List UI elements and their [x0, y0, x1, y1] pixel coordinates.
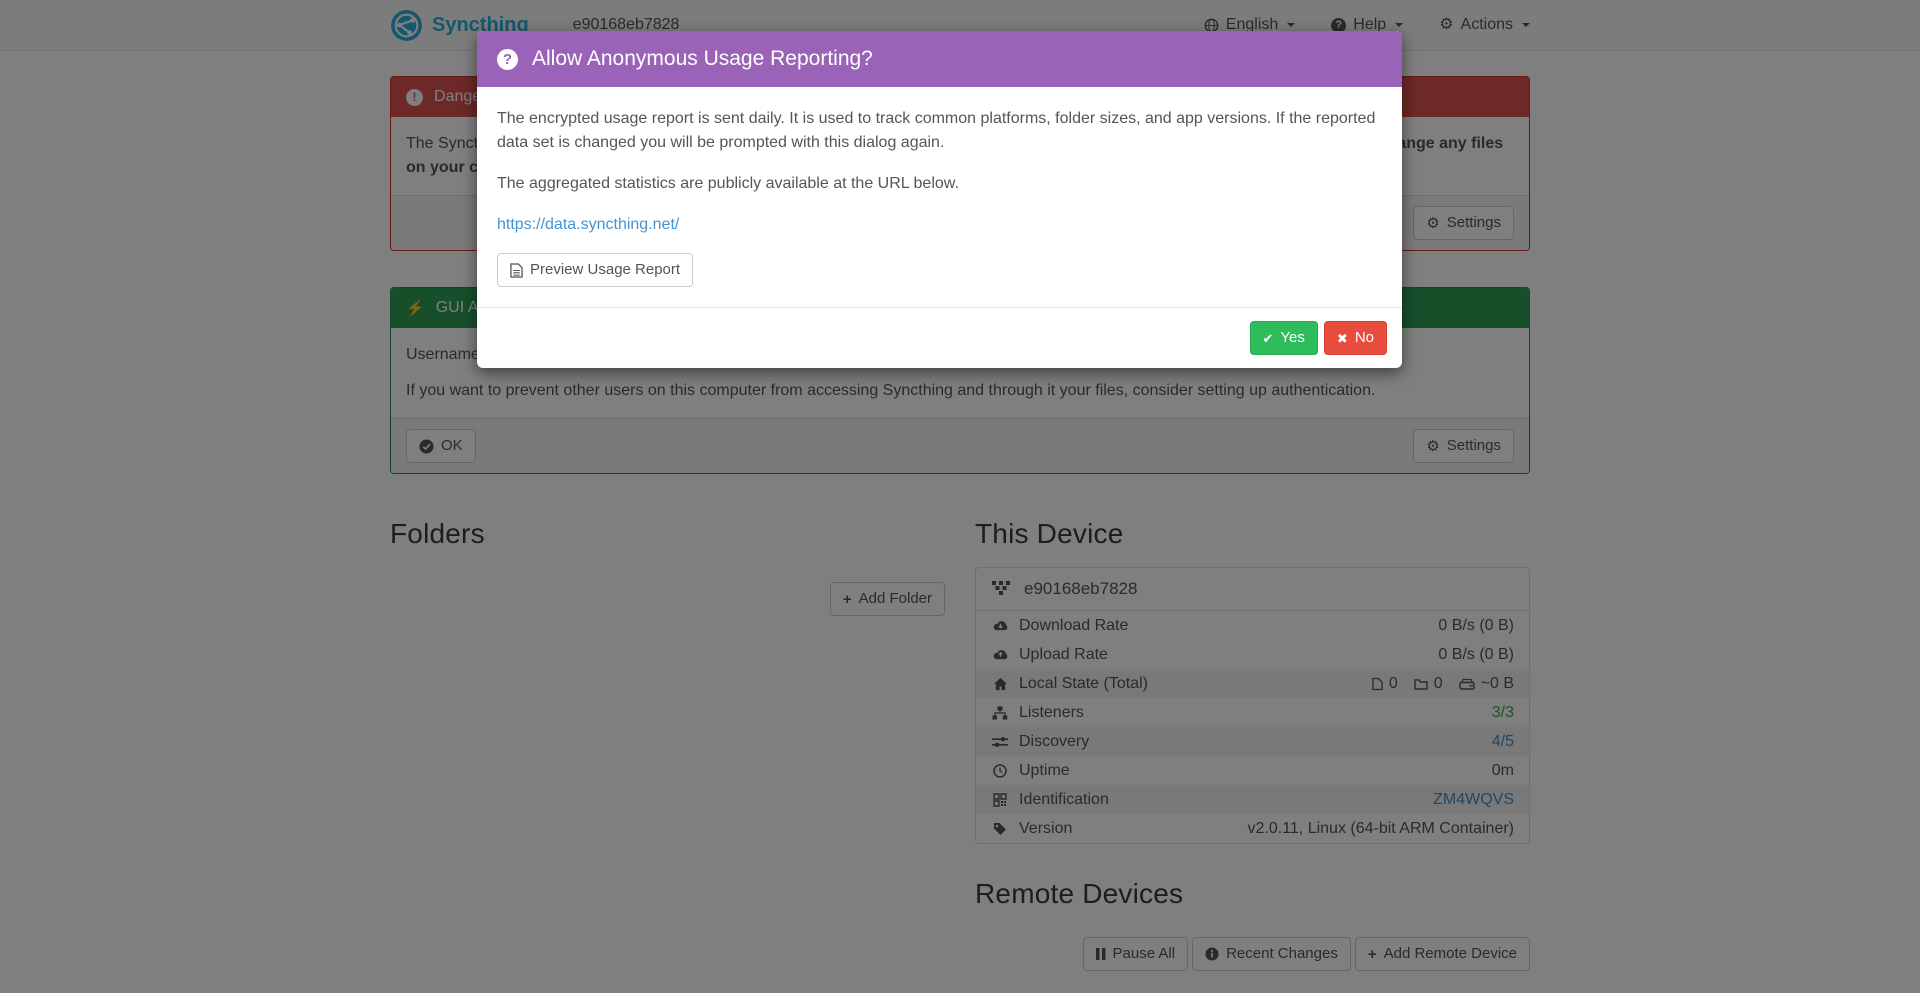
- usage-reporting-modal: ? Allow Anonymous Usage Reporting? The e…: [477, 31, 1402, 368]
- yes-button[interactable]: ✔ Yes: [1250, 321, 1318, 355]
- usage-reporting-modal-footer: ✔ Yes ✖ No: [477, 307, 1402, 368]
- usage-reporting-modal-body: The encrypted usage report is sent daily…: [477, 87, 1402, 307]
- syncthing-app: Syncthing e90168eb7828 English: [0, 0, 1920, 993]
- check-icon: ✔: [1263, 332, 1274, 345]
- question-circle-icon: ?: [497, 49, 518, 70]
- no-button[interactable]: ✖ No: [1324, 321, 1387, 355]
- modal-paragraph-1: The encrypted usage report is sent daily…: [497, 107, 1382, 155]
- x-icon: ✖: [1337, 332, 1348, 345]
- usage-reporting-modal-header: ? Allow Anonymous Usage Reporting?: [477, 31, 1402, 87]
- modal-paragraph-2: The aggregated statistics are publicly a…: [497, 172, 1382, 196]
- preview-usage-report-button[interactable]: Preview Usage Report: [497, 253, 693, 287]
- stats-url-link[interactable]: https://data.syncthing.net/: [497, 213, 679, 237]
- file-text-icon: [510, 263, 523, 278]
- modal-title: Allow Anonymous Usage Reporting?: [532, 47, 873, 71]
